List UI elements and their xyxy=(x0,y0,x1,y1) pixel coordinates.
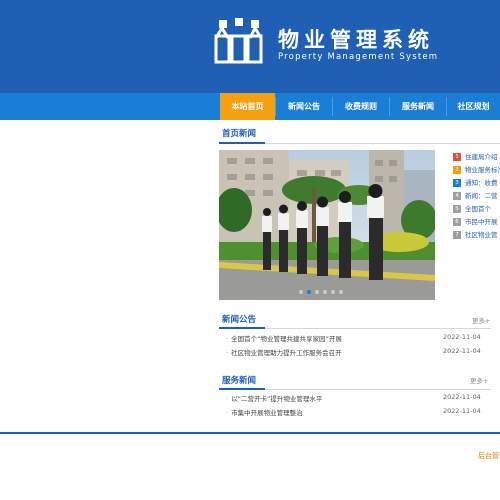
rank-badge: 3 xyxy=(453,179,461,187)
rank-badge: 6 xyxy=(453,218,461,226)
service-item-title[interactable]: 以“二营开卡”提升物业管理水平 xyxy=(226,393,436,403)
headline-item[interactable]: 4 新闻：二营 xyxy=(453,190,500,200)
headline-text: 物业服务标准 xyxy=(465,166,500,174)
headline-text: 市民中开展 xyxy=(465,218,498,226)
footer-divider xyxy=(0,432,500,434)
headline-item[interactable]: 7 社区物业管 xyxy=(453,229,500,239)
section-accent xyxy=(219,327,265,329)
news-more-link[interactable]: 更多+ xyxy=(472,315,490,325)
headline-text: 社区物业管 xyxy=(465,231,498,239)
section-accent xyxy=(219,142,265,144)
site-header: 物业管理系统 Property Management System xyxy=(0,0,500,93)
headline-item[interactable]: 2 物业服务标准 xyxy=(453,164,500,174)
headline-item[interactable]: 3 通知：收费 xyxy=(453,177,500,187)
news-item-date: 2022-11-04 xyxy=(443,333,481,341)
news-item-date: 2022-11-04 xyxy=(443,347,481,355)
headline-text: 通知：收费 xyxy=(465,179,498,187)
service-item-date: 2022-11-04 xyxy=(443,393,481,401)
rank-badge: 7 xyxy=(453,231,461,239)
news-item-title[interactable]: 社区物业管理助力提升工作服务会召开 xyxy=(226,347,436,357)
nav-item-community[interactable]: 社区规划 xyxy=(447,93,500,120)
headlines-title: 首页新闻 xyxy=(222,129,257,139)
headline-text: 住建局介绍 xyxy=(465,153,498,161)
nav-item-news[interactable]: 新闻公告 xyxy=(276,93,332,120)
headline-text: 新闻：二营 xyxy=(465,192,498,200)
headline-item[interactable]: 6 市民中开展 xyxy=(453,216,500,226)
section-accent xyxy=(219,388,265,390)
rank-badge: 1 xyxy=(453,153,461,161)
rank-badge: 4 xyxy=(453,192,461,200)
service-item-title[interactable]: 市集中开展物业管理整治 xyxy=(226,407,436,417)
left-panel xyxy=(0,120,215,432)
news-section-title: 新闻公告 xyxy=(222,315,257,325)
rank-badge: 5 xyxy=(453,205,461,213)
admin-link[interactable]: 后台管理 xyxy=(478,451,500,461)
nav-item-fees[interactable]: 收费规则 xyxy=(333,93,389,120)
service-item-date: 2022-11-04 xyxy=(443,407,481,415)
headline-item[interactable]: 5 全国首个 xyxy=(453,203,500,213)
news-photo[interactable] xyxy=(219,150,435,300)
site-title: 物业管理系统 xyxy=(278,28,434,52)
service-section-title: 服务新闻 xyxy=(222,376,257,386)
house-logo-icon xyxy=(214,18,263,64)
nav-item-service-news[interactable]: 服务新闻 xyxy=(390,93,446,120)
headline-item[interactable]: 1 住建局介绍 xyxy=(453,151,500,161)
service-more-link[interactable]: 更多+ xyxy=(470,375,488,385)
rank-badge: 2 xyxy=(453,166,461,174)
news-item-title[interactable]: 全国首个“物业管理共建共享家园”开展 xyxy=(226,333,436,343)
nav-item-home[interactable]: 本站首页 xyxy=(220,93,275,120)
site-subtitle: Property Management System xyxy=(278,52,439,62)
main-nav: 本站首页 新闻公告 收费规则 服务新闻 社区规划 xyxy=(0,93,500,120)
headline-text: 全国首个 xyxy=(465,205,491,213)
